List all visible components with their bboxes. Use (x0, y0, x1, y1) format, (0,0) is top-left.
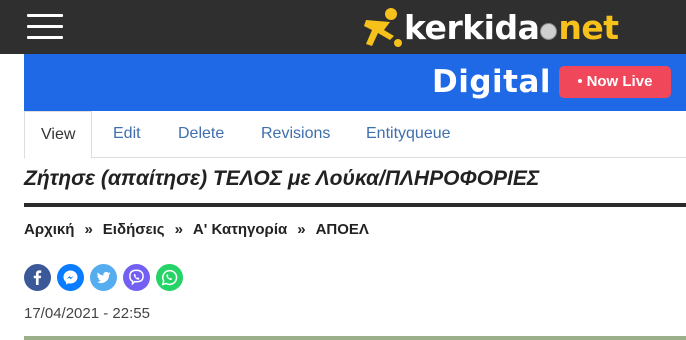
article-date: 17/04/2021 - 22:55 (24, 305, 150, 322)
site-logo[interactable]: kerkida net (360, 4, 620, 50)
facebook-icon[interactable] (24, 264, 51, 291)
breadcrumb-news[interactable]: Ειδήσεις (103, 221, 165, 238)
left-gutter (0, 54, 24, 112)
now-live-button[interactable]: Now Live (559, 66, 671, 98)
article-image (24, 336, 686, 340)
breadcrumb-team[interactable]: ΑΠΟΕΛ (316, 221, 369, 238)
title-divider (24, 203, 686, 207)
logo-brand-text: kerkida (404, 8, 540, 47)
breadcrumb-separator: » (174, 221, 183, 238)
viber-icon[interactable] (123, 264, 150, 291)
tab-entityqueue[interactable]: Entityqueue (366, 111, 451, 157)
soccer-ball-icon (540, 23, 558, 40)
digital-label: Digital (432, 64, 552, 100)
digital-banner[interactable]: Digital Now Live (24, 54, 686, 111)
whatsapp-icon[interactable] (156, 264, 183, 291)
messenger-icon[interactable] (57, 264, 84, 291)
twitter-icon[interactable] (90, 264, 117, 291)
breadcrumb-separator: » (297, 221, 306, 238)
breadcrumb-home[interactable]: Αρχική (24, 221, 74, 238)
tab-delete[interactable]: Delete (178, 111, 224, 157)
breadcrumb: Αρχική » Ειδήσεις » Α' Κατηγορία » ΑΠΟΕΛ (24, 220, 369, 240)
breadcrumb-category[interactable]: Α' Κατηγορία (193, 221, 287, 238)
tab-revisions[interactable]: Revisions (261, 111, 330, 157)
logo-tld-text: net (558, 8, 619, 47)
tab-edit-label: Edit (113, 125, 141, 142)
tab-revisions-label: Revisions (261, 125, 331, 142)
tab-edit[interactable]: Edit (113, 111, 141, 157)
tab-view[interactable]: View (24, 111, 93, 159)
tab-entityqueue-label: Entityqueue (366, 125, 451, 142)
admin-tabs: View Edit Delete Revisions Entityqueue (24, 111, 686, 159)
tab-view-label: View (41, 126, 76, 143)
live-dot-icon (577, 79, 582, 84)
breadcrumb-separator: » (84, 221, 93, 238)
now-live-label: Now Live (586, 73, 653, 90)
tab-delete-label: Delete (178, 125, 225, 142)
page-title: Ζήτησε (απαίτησε) ΤΕΛΟΣ με Λούκα/ΠΛΗΡΟΦΟ… (24, 167, 540, 190)
hamburger-menu-icon[interactable] (27, 14, 63, 40)
soccer-player-logo-icon (364, 8, 402, 47)
site-header: kerkida net (0, 0, 686, 54)
